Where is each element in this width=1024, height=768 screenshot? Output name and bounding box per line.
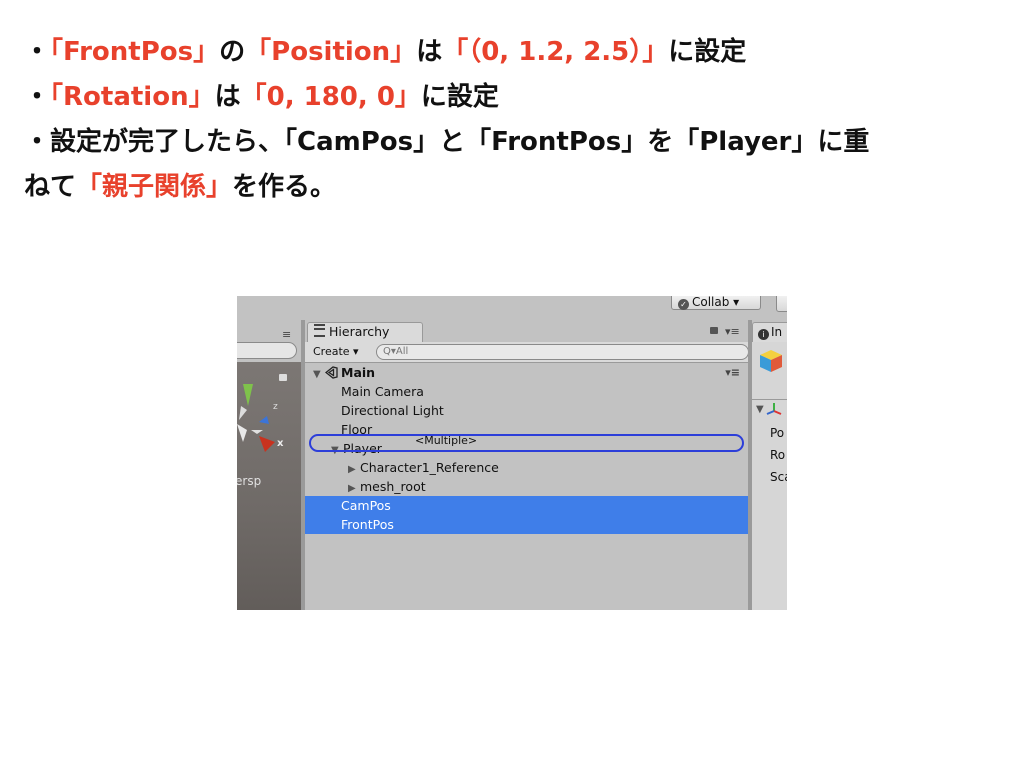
text-tail: に設定 [668, 37, 747, 67]
scene-panel-header [237, 320, 305, 342]
hierarchy-item-main-camera[interactable]: Main Camera [305, 382, 748, 401]
drag-tooltip: <Multiple> [415, 434, 478, 447]
hierarchy-toolbar: Create ▾ Q▾All [305, 342, 749, 363]
axis-z-label: z [273, 402, 278, 412]
instruction-line-4: ねて「親子関係」を作る。 [24, 165, 1014, 210]
tab-hierarchy-label: Hierarchy [329, 324, 390, 339]
inspector-label-scale: Sca [770, 470, 787, 484]
axis-x-label: x [277, 438, 284, 449]
inspector-panel: iIn ▼ Po Ro Sca [752, 320, 787, 610]
highlight-frontpos: 「FrontPos」 [50, 37, 220, 67]
panel-menu-icon[interactable]: ≡ [282, 328, 291, 341]
tab-inspector[interactable]: i In [752, 322, 787, 342]
highlight-rotation-value: 「0, 180, 0」 [240, 82, 421, 112]
slide-text: ・「FrontPos」の「Position」は「（0, 1.2, 2.5）」に設… [24, 30, 1014, 210]
text-tail: を作る。 [232, 172, 337, 202]
divider [752, 399, 787, 400]
panel-menu-icon[interactable]: ▾≡ [725, 325, 740, 338]
highlight-position: 「Position」 [245, 37, 417, 67]
check-circle-icon: ✓ [678, 299, 689, 310]
text-wa: は [214, 82, 241, 112]
hierarchy-tree: ▼ Main ▾≡ Main Camera Directional Light Flo… [305, 363, 748, 610]
bullet: ・ [24, 82, 51, 112]
transform-icon [766, 403, 782, 415]
collab-button[interactable]: ✓ Collab ▾ [671, 296, 761, 310]
info-icon: i [758, 329, 769, 340]
inspector-label-rotation: Ro [770, 448, 786, 462]
create-button[interactable]: Create ▾ [313, 344, 359, 360]
hierarchy-item-label: mesh_root [360, 479, 426, 494]
unity-logo-icon [325, 366, 338, 379]
instruction-line-2: ・「Rotation」は「0, 180, 0」に設定 [24, 75, 1014, 120]
hierarchy-item-label: Directional Light [341, 403, 444, 418]
unity-editor-screenshot: ✓ Collab ▾ ≡ z x ersp Hierarchy ▾≡ Create… [237, 296, 787, 610]
bullet: ・ [24, 37, 51, 67]
hierarchy-search-input[interactable]: Q▾All [376, 344, 749, 360]
text-wa: は [416, 37, 443, 67]
text-tail: に設定 [420, 82, 499, 112]
hierarchy-tab-strip: Hierarchy ▾≡ [305, 320, 748, 342]
hierarchy-item-character1-reference[interactable]: ▶ Character1_Reference [305, 458, 748, 477]
highlight-position-value: 「（0, 1.2, 2.5）」 [442, 37, 669, 67]
expand-arrow-icon[interactable]: ▼ [756, 404, 764, 415]
instruction-line-3: ・設定が完了したら、「CamPos」と「FrontPos」を「Player」に重 [24, 127, 870, 157]
hierarchy-item-mesh-root[interactable]: ▶ mesh_root [305, 477, 748, 496]
lock-icon[interactable] [710, 327, 718, 334]
hierarchy-item-frontpos[interactable]: FrontPos [305, 515, 748, 534]
persp-label[interactable]: ersp [237, 474, 261, 488]
text-no: の [219, 37, 246, 67]
top-toolbar: ✓ Collab ▾ [237, 296, 787, 320]
hierarchy-item-label: FrontPos [341, 517, 394, 532]
scene-gizmo-icon[interactable] [237, 380, 301, 460]
scene-name: Main [341, 365, 376, 380]
inspector-label-position: Po [770, 426, 785, 440]
hierarchy-panel: Hierarchy ▾≡ Create ▾ Q▾All ▼ Main ▾≡ Mai… [305, 320, 749, 610]
account-button[interactable] [776, 296, 787, 312]
tab-inspector-label: In [771, 325, 783, 339]
scene-search-input[interactable] [237, 342, 297, 359]
highlight-parent-child: 「親子関係」 [76, 172, 233, 202]
list-icon [314, 324, 325, 337]
search-placeholder: All [395, 346, 409, 357]
hierarchy-item-campos[interactable]: CamPos [305, 496, 748, 515]
drop-target-outline [309, 434, 744, 452]
hierarchy-item-directional-light[interactable]: Directional Light [305, 401, 748, 420]
tab-hierarchy[interactable]: Hierarchy [307, 322, 423, 342]
instruction-line-1: ・「FrontPos」の「Position」は「（0, 1.2, 2.5）」に設… [24, 30, 1014, 75]
collab-label: Collab ▾ [692, 296, 740, 309]
gameobject-cube-icon [760, 350, 782, 372]
hierarchy-item-label: Character1_Reference [360, 460, 499, 475]
scene-view[interactable]: z x ersp [237, 362, 301, 610]
highlight-rotation: 「Rotation」 [50, 82, 215, 112]
hierarchy-item-label: Main Camera [341, 384, 424, 399]
search-icon: Q▾ [383, 346, 396, 357]
inspector-body: ▼ Po Ro Sca [752, 342, 787, 610]
scene-menu-icon[interactable]: ▾≡ [725, 363, 740, 382]
scene-row-main[interactable]: ▼ Main ▾≡ [305, 363, 748, 382]
text-head: ねて [24, 172, 77, 202]
hierarchy-item-label: CamPos [341, 498, 391, 513]
